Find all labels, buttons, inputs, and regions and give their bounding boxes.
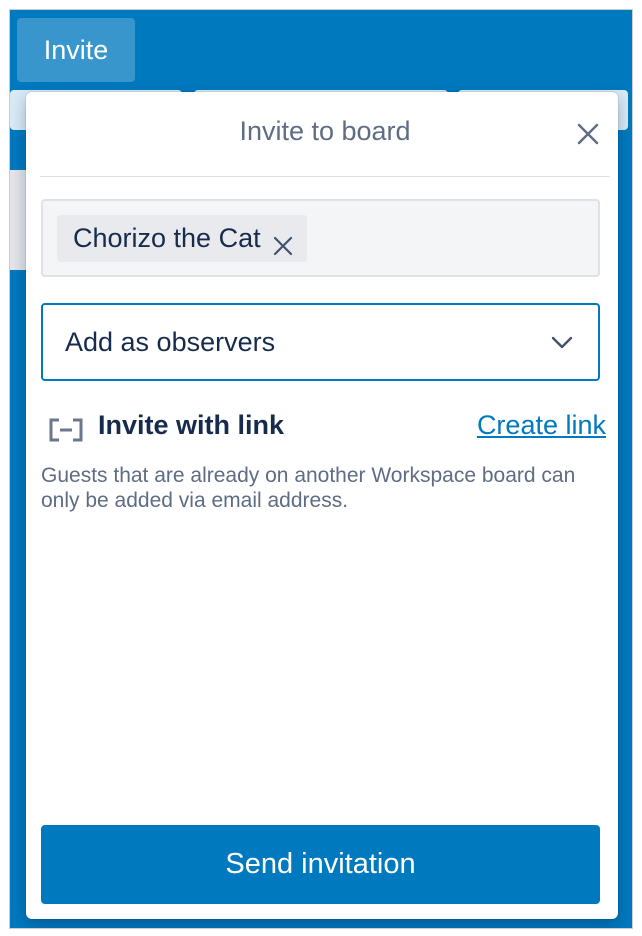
invite-link-heading: Invite with link [98,410,285,440]
close-icon[interactable] [271,226,295,256]
board-background: Invite Invite to board Chorizo the Cat A… [9,9,633,929]
invitee-input[interactable]: Chorizo the Cat [41,199,600,277]
link-icon [48,417,84,443]
role-select[interactable]: Add as observers [41,303,600,381]
popover-title: Invite to board [239,116,411,146]
invite-popover: Invite to board Chorizo the Cat Add as o… [26,92,618,919]
help-text: Guests that are already on another Works… [41,464,576,512]
send-invitation-button[interactable]: Send invitation [41,825,600,904]
invitee-chip: Chorizo the Cat [57,215,307,262]
close-icon[interactable] [572,118,604,150]
invitee-name: Chorizo the Cat [73,223,261,253]
create-link[interactable]: Create link [477,410,606,441]
invite-button[interactable]: Invite [17,18,135,82]
popover-header: Invite to board [40,92,610,177]
chevron-down-icon [550,330,574,354]
role-select-value: Add as observers [65,327,276,357]
